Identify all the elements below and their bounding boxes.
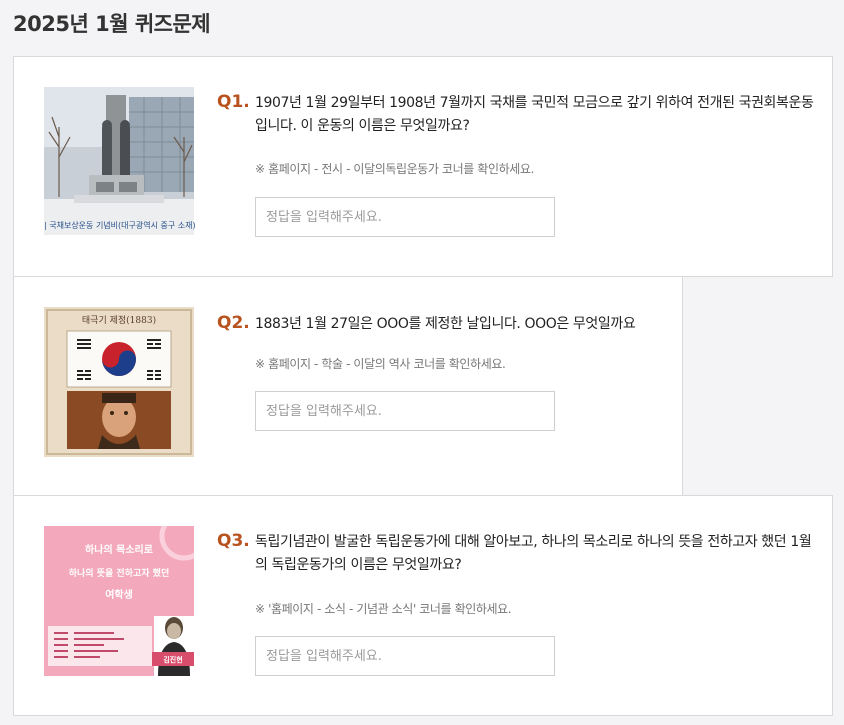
question-text: 1907년 1월 29일부터 1908년 7월까지 국채를 국민적 모금으로 갚… xyxy=(255,95,814,134)
monument-image xyxy=(44,87,194,235)
question-hint: ※ 홈페이지 - 학술 - 이달의 역사 코너를 확인하세요. xyxy=(255,357,506,371)
poster-line-2: 하나의 뜻을 전하고자 했던 xyxy=(69,567,169,579)
quiz-card-q2: 태극기 제정(1883) Q2. 1883년 1월 27일은 OOO를 제정한 … xyxy=(13,276,683,496)
question-number: Q3. xyxy=(217,531,250,551)
taegukgi-image: 태극기 제정(1883) xyxy=(44,307,194,457)
answer-input-q2[interactable] xyxy=(255,391,555,431)
answer-input-q3[interactable] xyxy=(255,636,555,676)
question-hint: ※ 홈페이지 - 전시 - 이달의독립운동가 코너를 확인하세요. xyxy=(255,162,534,176)
question-number: Q2. xyxy=(217,313,250,333)
question-text: 독립기념관이 발굴한 독립운동가에 대해 알아보고, 하나의 목소리로 하나의 … xyxy=(255,534,812,573)
poster-image: 하나의 목소리로 하나의 뜻을 전하고자 했던 여학생 김진현 xyxy=(44,526,194,676)
page-title: 2025년 1월 퀴즈문제 xyxy=(13,12,211,36)
question-hint: ※ '홈페이지 - 소식 - 기념관 소식' 코너를 확인하세요. xyxy=(255,602,512,616)
quiz-card-q1: | 국채보상운동 기념비(대구광역시 중구 소재) Q1. 1907년 1월 2… xyxy=(13,56,833,277)
poster-line-3: 여학생 xyxy=(105,588,133,601)
question-number: Q1. xyxy=(217,92,250,112)
answer-input-q1[interactable] xyxy=(255,197,555,237)
poster-name: 김진현 xyxy=(163,655,182,664)
image-caption: | 국채보상운동 기념비(대구광역시 중구 소재) xyxy=(44,221,196,230)
poster-line-1: 하나의 목소리로 xyxy=(85,543,153,556)
quiz-card-q3: 하나의 목소리로 하나의 뜻을 전하고자 했던 여학생 김진현 Q3. 독립기념… xyxy=(13,495,833,716)
image-title: 태극기 제정(1883) xyxy=(82,315,156,326)
question-text: 1883년 1월 27일은 OOO를 제정한 날입니다. OOO은 무엇일까요 xyxy=(255,316,636,332)
